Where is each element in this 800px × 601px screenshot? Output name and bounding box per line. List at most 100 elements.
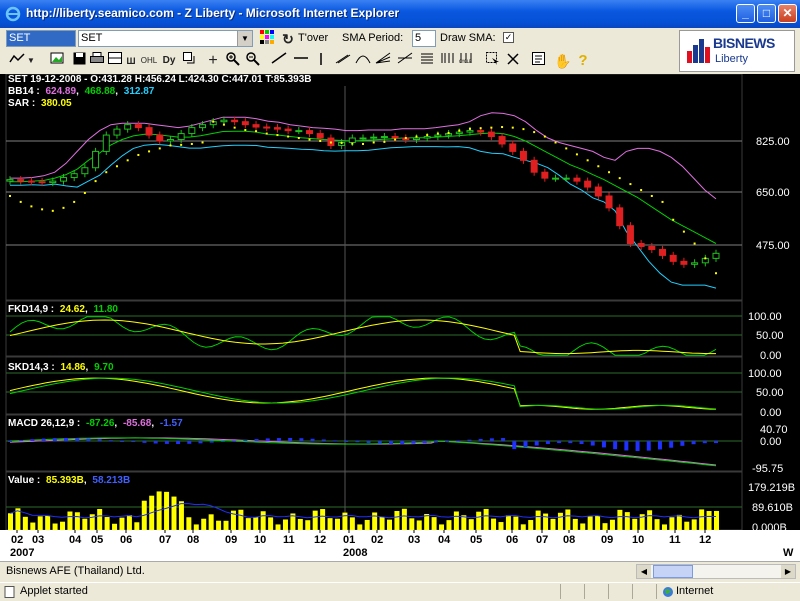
vertical-line-icon[interactable] [312,52,330,70]
macd-hist-bar [41,438,46,441]
sar-dot [640,189,643,192]
macd-hist-bar [489,438,494,441]
status-divider [632,584,633,599]
scroll-thumb[interactable] [653,565,693,578]
retracement-icon[interactable] [418,52,436,70]
cycle-icon[interactable]: CYCLE [458,52,476,70]
fan-icon[interactable] [374,52,392,70]
color-palette-icon[interactable] [258,30,276,48]
xaxis-tick-label: 06 [120,534,132,546]
xaxis-tick-label: 09 [225,534,237,546]
help-icon[interactable]: ? [574,52,592,70]
trendline-icon[interactable] [270,52,288,70]
sar-dot [340,142,343,145]
zoom-in-icon[interactable] [224,52,242,70]
sma-period-label: SMA Period: [342,32,404,44]
period-label[interactable]: W [783,547,794,559]
volume-bar [587,516,593,530]
close-button[interactable]: ✕ [778,4,797,23]
print-icon[interactable] [88,52,106,70]
horizontal-line-icon[interactable] [292,52,310,70]
chart-type-chevron-icon[interactable]: ▼ [26,52,36,70]
candle-body [455,131,463,135]
sar-dot [276,134,279,137]
sar-dot [597,165,600,168]
volume-bar [647,510,653,530]
scroll-left-button[interactable]: ◀ [637,565,651,578]
volume-bar [334,518,340,530]
scroll-right-button[interactable]: ▶ [781,565,795,578]
volume-bar [550,518,556,530]
draw-sma-checkbox[interactable]: ✓ [503,32,514,43]
candle-body [81,167,89,175]
xaxis-tick-label: 03 [408,534,420,546]
sma-period-input[interactable]: 5 [412,30,436,47]
draw-sma-label: Draw SMA: [440,32,496,44]
skd-k-value: 14.86 [60,362,85,373]
restore-icon[interactable] [180,52,198,70]
sar-dot [297,137,300,140]
macd-hist-bar [635,441,640,451]
turnover-label[interactable]: T'over [298,32,328,44]
channel-icon[interactable] [334,52,352,70]
price-header: SET 19-12-2008 - O:431.28 H:456.24 L:424… [8,74,312,85]
hand-icon[interactable]: ✋ [554,52,572,70]
macd-hist-bar [456,440,461,442]
macd-hist-bar [64,438,69,441]
crosshair-icon[interactable]: + [204,52,222,70]
minimize-button[interactable]: _ [736,4,755,23]
symbol-dropdown[interactable]: SET ▼ [78,30,253,47]
horizontal-scrollbar[interactable]: ◀ ▶ [636,564,796,579]
macd-hist-bar [299,438,304,441]
sar-dot [693,242,696,245]
zoom-out-icon[interactable] [244,52,262,70]
save-icon[interactable] [70,52,88,70]
ohlc-toggle-icon[interactable]: OHL [140,52,158,70]
volume-bar [74,512,80,530]
xaxis-tick-label: 08 [187,534,199,546]
maximize-button[interactable]: □ [757,4,776,23]
macd-label: MACD 26,12,9 : [8,418,80,429]
volume-bar [617,509,623,530]
candle-body [92,150,100,169]
bb-label: BB14 : [8,86,40,97]
sar-dot [41,208,44,211]
delete-icon[interactable] [504,52,522,70]
symbol-input[interactable]: SET [6,30,76,47]
sar-dot [105,171,108,174]
sar-dot [201,141,204,144]
candle-body [380,136,388,139]
time-zone-icon[interactable] [438,52,456,70]
arc-icon[interactable] [354,52,372,70]
picture-icon[interactable] [48,52,66,70]
value-legend: Value : 85.393B, 58.213B [8,475,130,486]
dy-icon[interactable]: Dy [160,52,178,70]
xaxis-tick-label: 10 [254,534,266,546]
sar-value: 380.05 [41,98,72,109]
volume-bar [379,517,385,530]
candle-body [177,133,185,141]
volume-bar [97,508,103,530]
refresh-icon[interactable]: ↻ [279,30,297,48]
volume-bar [372,512,378,530]
ohlc-icon[interactable]: Ш [122,52,140,70]
macd-hist-bar [310,438,315,441]
ie-icon [5,6,21,22]
value-average: 58.213B [92,475,130,486]
xaxis-tick-label: 11 [669,534,681,546]
volume-bar [245,518,251,530]
macd-hist-bar [97,439,102,441]
select-icon[interactable] [484,52,502,70]
macd-hist-bar [332,440,337,442]
volume-bar [297,518,303,530]
chart-svg[interactable]: SET 19-12-2008 - O:431.28 H:456.24 L:424… [0,74,800,562]
line-chart-icon[interactable] [8,52,26,70]
logo-sub: Liberty [715,53,749,65]
year-label: 2007 [10,547,34,559]
volume-bar [119,517,125,530]
candle-body [348,137,356,143]
fibonacci-icon[interactable] [396,52,414,70]
chart-area[interactable]: SET 19-12-2008 - O:431.28 H:456.24 L:424… [0,74,800,562]
candle-body [659,248,667,256]
properties-icon[interactable] [530,52,548,70]
